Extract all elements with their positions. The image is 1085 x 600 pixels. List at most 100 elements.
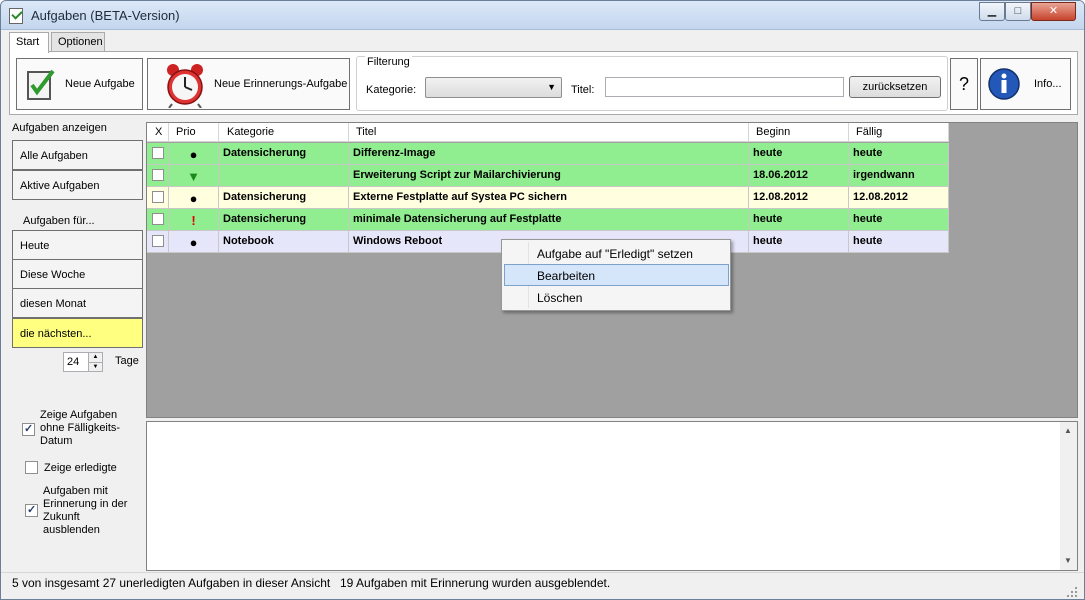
- app-icon: [9, 8, 23, 24]
- row-checkbox[interactable]: [152, 191, 164, 203]
- column-header-x[interactable]: X: [147, 123, 169, 142]
- task-checklist-icon: [27, 69, 55, 100]
- row-category: Notebook: [219, 231, 349, 253]
- row-check-cell: [147, 209, 169, 231]
- sidebar-item-all[interactable]: Alle Aufgaben: [12, 140, 143, 170]
- row-due: heute: [849, 209, 949, 231]
- row-due: irgendwann: [849, 165, 949, 187]
- menu-item-mark-done[interactable]: Aufgabe auf "Erledigt" setzen: [504, 242, 729, 264]
- row-title: Erweiterung Script zur Mailarchivierung: [349, 165, 749, 187]
- close-icon[interactable]: ✕: [1031, 2, 1076, 21]
- menu-item-delete[interactable]: Löschen: [504, 286, 729, 308]
- grid-header: X Prio Kategorie Titel Beginn Fällig: [147, 123, 949, 142]
- title-filter-input[interactable]: [605, 77, 844, 97]
- new-reminder-label: Neue Erinnerungs-Aufgabe: [214, 78, 348, 90]
- sidebar-item-today[interactable]: Heute: [12, 230, 143, 260]
- scroll-up-icon[interactable]: ▲: [1064, 426, 1072, 435]
- sidebar-item-week[interactable]: Diese Woche: [12, 259, 143, 289]
- sidebar-item-active[interactable]: Aktive Aufgaben: [12, 170, 143, 200]
- sidebar-subheader: Aufgaben für...: [23, 215, 95, 227]
- toolbar: Neue Aufgabe Neue Erinnerungs-Aufgabe Fi…: [9, 51, 1078, 115]
- reset-button[interactable]: zurücksetzen: [849, 76, 941, 98]
- scroll-down-icon[interactable]: ▼: [1064, 556, 1072, 565]
- filter-legend: Filterung: [365, 56, 412, 68]
- high-priority-icon: !: [169, 209, 219, 231]
- row-begin: 18.06.2012: [749, 165, 849, 187]
- new-reminder-button[interactable]: Neue Erinnerungs-Aufgabe: [147, 58, 350, 110]
- show-no-due-label: Zeige Aufgaben ohne Fälligkeits-Datum: [40, 409, 121, 447]
- status-count: 5 von insgesamt 27 unerledigten Aufgaben…: [12, 576, 331, 590]
- title-bar: Aufgaben (BETA-Version) ▁ □ ✕: [1, 1, 1084, 30]
- row-checkbox[interactable]: [152, 169, 164, 181]
- new-task-button[interactable]: Neue Aufgabe: [16, 58, 143, 110]
- status-hidden: 19 Aufgaben mit Erinnerung wurden ausgeb…: [340, 576, 611, 590]
- dot-icon: ●: [169, 143, 219, 165]
- days-label: Tage: [115, 355, 139, 367]
- row-category: Datensicherung: [219, 143, 349, 165]
- row-due: 12.08.2012: [849, 187, 949, 209]
- table-row[interactable]: ▼ Erweiterung Script zur Mailarchivierung…: [147, 165, 949, 187]
- row-checkbox[interactable]: [152, 213, 164, 225]
- sidebar-item-next[interactable]: die nächsten...: [12, 318, 143, 348]
- row-category: Datensicherung: [219, 209, 349, 231]
- hide-future-label: Aufgaben mit Erinnerung in der Zukunft a…: [43, 485, 128, 536]
- category-dropdown[interactable]: ▼: [425, 77, 562, 98]
- row-check-cell: [147, 231, 169, 253]
- sidebar-header: Aufgaben anzeigen: [12, 122, 107, 134]
- row-begin: heute: [749, 209, 849, 231]
- row-title: Externe Festplatte auf Systea PC sichern: [349, 187, 749, 209]
- column-header-begin[interactable]: Beginn: [749, 123, 849, 142]
- column-header-due[interactable]: Fällig: [849, 123, 949, 142]
- row-title: minimale Datensicherung auf Festplatte: [349, 209, 749, 231]
- row-due: heute: [849, 143, 949, 165]
- minimize-icon[interactable]: ▁: [979, 2, 1005, 21]
- row-category: Datensicherung: [219, 187, 349, 209]
- days-stepper[interactable]: 24 ▲ ▼: [63, 352, 103, 372]
- sidebar-item-month[interactable]: diesen Monat: [12, 288, 143, 318]
- dot-icon: ●: [169, 187, 219, 209]
- menu-item-edit[interactable]: Bearbeiten: [504, 264, 729, 286]
- dot-icon: ●: [169, 231, 219, 253]
- table-row[interactable]: ● Datensicherung Differenz-Image heute heute: [147, 143, 949, 165]
- vertical-scrollbar[interactable]: ▲ ▼: [1060, 422, 1077, 570]
- task-detail-pane: ▲ ▼: [146, 421, 1078, 571]
- window-title: Aufgaben (BETA-Version): [31, 8, 180, 23]
- column-header-prio[interactable]: Prio: [169, 123, 219, 142]
- row-title: Differenz-Image: [349, 143, 749, 165]
- table-row[interactable]: ! Datensicherung minimale Datensicherung a…: [147, 209, 949, 231]
- row-checkbox[interactable]: [152, 147, 164, 159]
- info-label: Info...: [1034, 78, 1062, 90]
- tab-start[interactable]: Start: [9, 32, 49, 53]
- hide-future-checkbox[interactable]: [25, 503, 38, 517]
- show-done-checkbox[interactable]: [25, 461, 38, 474]
- title-label: Titel:: [571, 84, 595, 96]
- spin-up-icon[interactable]: ▲: [88, 353, 102, 362]
- row-due: heute: [849, 231, 949, 253]
- maximize-icon[interactable]: □: [1005, 2, 1031, 21]
- context-menu: Aufgabe auf "Erledigt" setzen Bearbeiten…: [501, 239, 731, 311]
- column-header-title[interactable]: Titel: [349, 123, 749, 142]
- filter-group: Filterung Kategorie: ▼ Titel: zurücksetz…: [356, 56, 948, 111]
- spin-down-icon[interactable]: ▼: [88, 362, 102, 371]
- alarm-clock-icon: [167, 64, 203, 108]
- column-header-category[interactable]: Kategorie: [219, 123, 349, 142]
- row-category: [219, 165, 349, 187]
- info-icon: [988, 68, 1020, 100]
- tab-optionen[interactable]: Optionen: [51, 32, 105, 52]
- app-window: Aufgaben (BETA-Version) ▁ □ ✕ Start Opti…: [0, 0, 1085, 600]
- table-row[interactable]: ● Datensicherung Externe Festplatte auf Sy…: [147, 187, 949, 209]
- new-task-label: Neue Aufgabe: [65, 78, 135, 90]
- help-button[interactable]: ?: [950, 58, 978, 110]
- chevron-down-icon: ▼: [547, 82, 556, 92]
- row-checkbox[interactable]: [152, 235, 164, 247]
- row-begin: 12.08.2012: [749, 187, 849, 209]
- row-begin: heute: [749, 143, 849, 165]
- row-check-cell: [147, 187, 169, 209]
- resize-grip-icon[interactable]: [1065, 585, 1079, 599]
- row-check-cell: [147, 165, 169, 187]
- category-label: Kategorie:: [366, 84, 417, 96]
- info-button[interactable]: Info...: [980, 58, 1071, 110]
- show-no-due-checkbox[interactable]: [22, 422, 35, 436]
- status-bar: 5 von insgesamt 27 unerledigten Aufgaben…: [1, 572, 1084, 599]
- show-done-label: Zeige erledigte: [44, 462, 117, 474]
